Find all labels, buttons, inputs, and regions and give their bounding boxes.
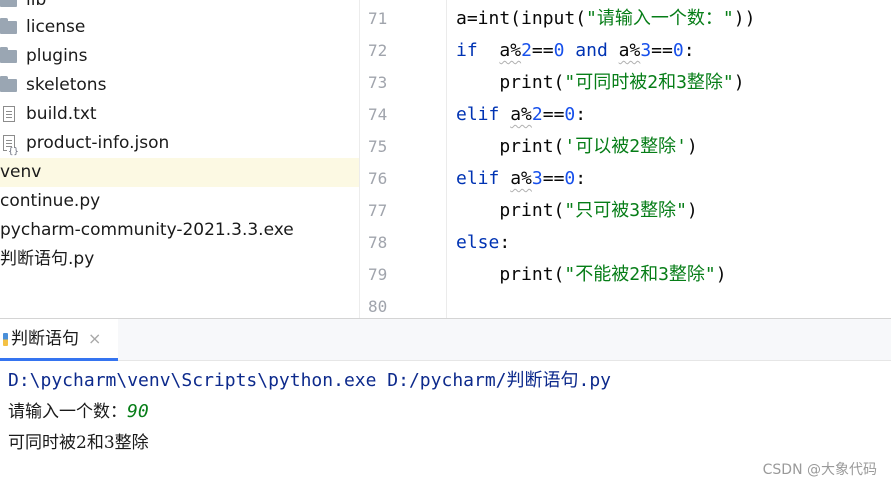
code-line[interactable]: else: (456, 227, 510, 259)
project-tree: lib license plugins skeletons build.txt … (0, 0, 359, 318)
tree-item-label: skeletons (26, 75, 107, 95)
line-number: 78 (368, 233, 388, 252)
tree-item-license[interactable]: license (0, 13, 359, 42)
line-number: 72 (368, 41, 388, 60)
code-line[interactable]: print('可以被2整除') (456, 131, 697, 163)
python-icon (3, 333, 8, 346)
line-number: 74 (368, 105, 388, 124)
tree-item-skeletons[interactable]: skeletons (0, 71, 359, 100)
line-number: 76 (368, 169, 388, 188)
console-prompt-line: 请输入一个数：90 (8, 397, 149, 427)
tree-item-label: product-info.json (26, 133, 170, 153)
code-line[interactable]: if a%2==0 and a%3==0: (456, 35, 695, 67)
code-line[interactable]: elif a%3==0: (456, 163, 586, 195)
code-line[interactable]: print("只可被3整除") (456, 195, 697, 227)
code-editor[interactable]: 71 72 73 74 75 76 77 78 79 80 a=int(inpu… (359, 0, 891, 318)
line-number: 75 (368, 137, 388, 156)
console-output-line: 可同时被2和3整除 (8, 433, 149, 453)
tree-item-continue-py[interactable]: continue.py (0, 187, 359, 216)
gutter-divider (446, 0, 447, 318)
folder-icon (0, 0, 17, 7)
console-user-input: 90 (127, 401, 149, 422)
console-prompt: 请输入一个数： (8, 402, 127, 422)
json-file-icon: {} (3, 135, 20, 157)
tree-item-label: build.txt (26, 104, 97, 124)
tree-item-label: plugins (26, 46, 88, 66)
run-tool-window: 判断语句 × D:\pycharm\venv\Scripts\python.ex… (0, 318, 891, 490)
code-line[interactable]: print("不能被2和3整除") (456, 259, 726, 291)
line-number: 79 (368, 265, 388, 284)
folder-icon (0, 18, 17, 34)
tree-item-label: pycharm-community-2021.3.3.exe (0, 220, 294, 240)
run-tab-bar: 判断语句 × (0, 319, 891, 361)
tree-item-label: venv (0, 162, 42, 182)
line-number-gutter: 71 72 73 74 75 76 77 78 79 80 (360, 0, 447, 318)
watermark: CSDN @大象代码 (762, 462, 877, 478)
text-file-icon (3, 106, 15, 122)
folder-icon (0, 76, 17, 92)
code-line[interactable]: elif a%2==0: (456, 99, 586, 131)
close-icon[interactable]: × (88, 319, 101, 359)
tree-item-pycharm-exe[interactable]: pycharm-community-2021.3.3.exe (0, 216, 359, 245)
line-number: 71 (368, 9, 388, 28)
line-number: 77 (368, 201, 388, 220)
code-line[interactable]: a=int(input("请输入一个数：")) (456, 3, 755, 35)
console-command-line: D:\pycharm\venv\Scripts\python.exe D:/py… (8, 370, 612, 391)
tree-item-venv[interactable]: venv (0, 158, 359, 187)
run-tab-label: 判断语句 (11, 329, 79, 349)
tree-item-label: license (26, 17, 86, 37)
tree-item-build-txt[interactable]: build.txt (0, 100, 359, 129)
tree-item-plugins[interactable]: plugins (0, 42, 359, 71)
code-line[interactable]: print("可同时被2和3整除") (456, 67, 744, 99)
tab-run-judge[interactable]: 判断语句 × (0, 319, 118, 361)
tree-item-label: continue.py (0, 191, 101, 211)
tree-item-judge-py[interactable]: 判断语句.py (0, 245, 359, 274)
folder-icon (0, 47, 17, 63)
tree-item-product-info-json[interactable]: {} product-info.json (0, 129, 359, 158)
line-number: 73 (368, 73, 388, 92)
tree-item-label: 判断语句.py (0, 249, 95, 269)
line-number: 80 (368, 297, 388, 316)
